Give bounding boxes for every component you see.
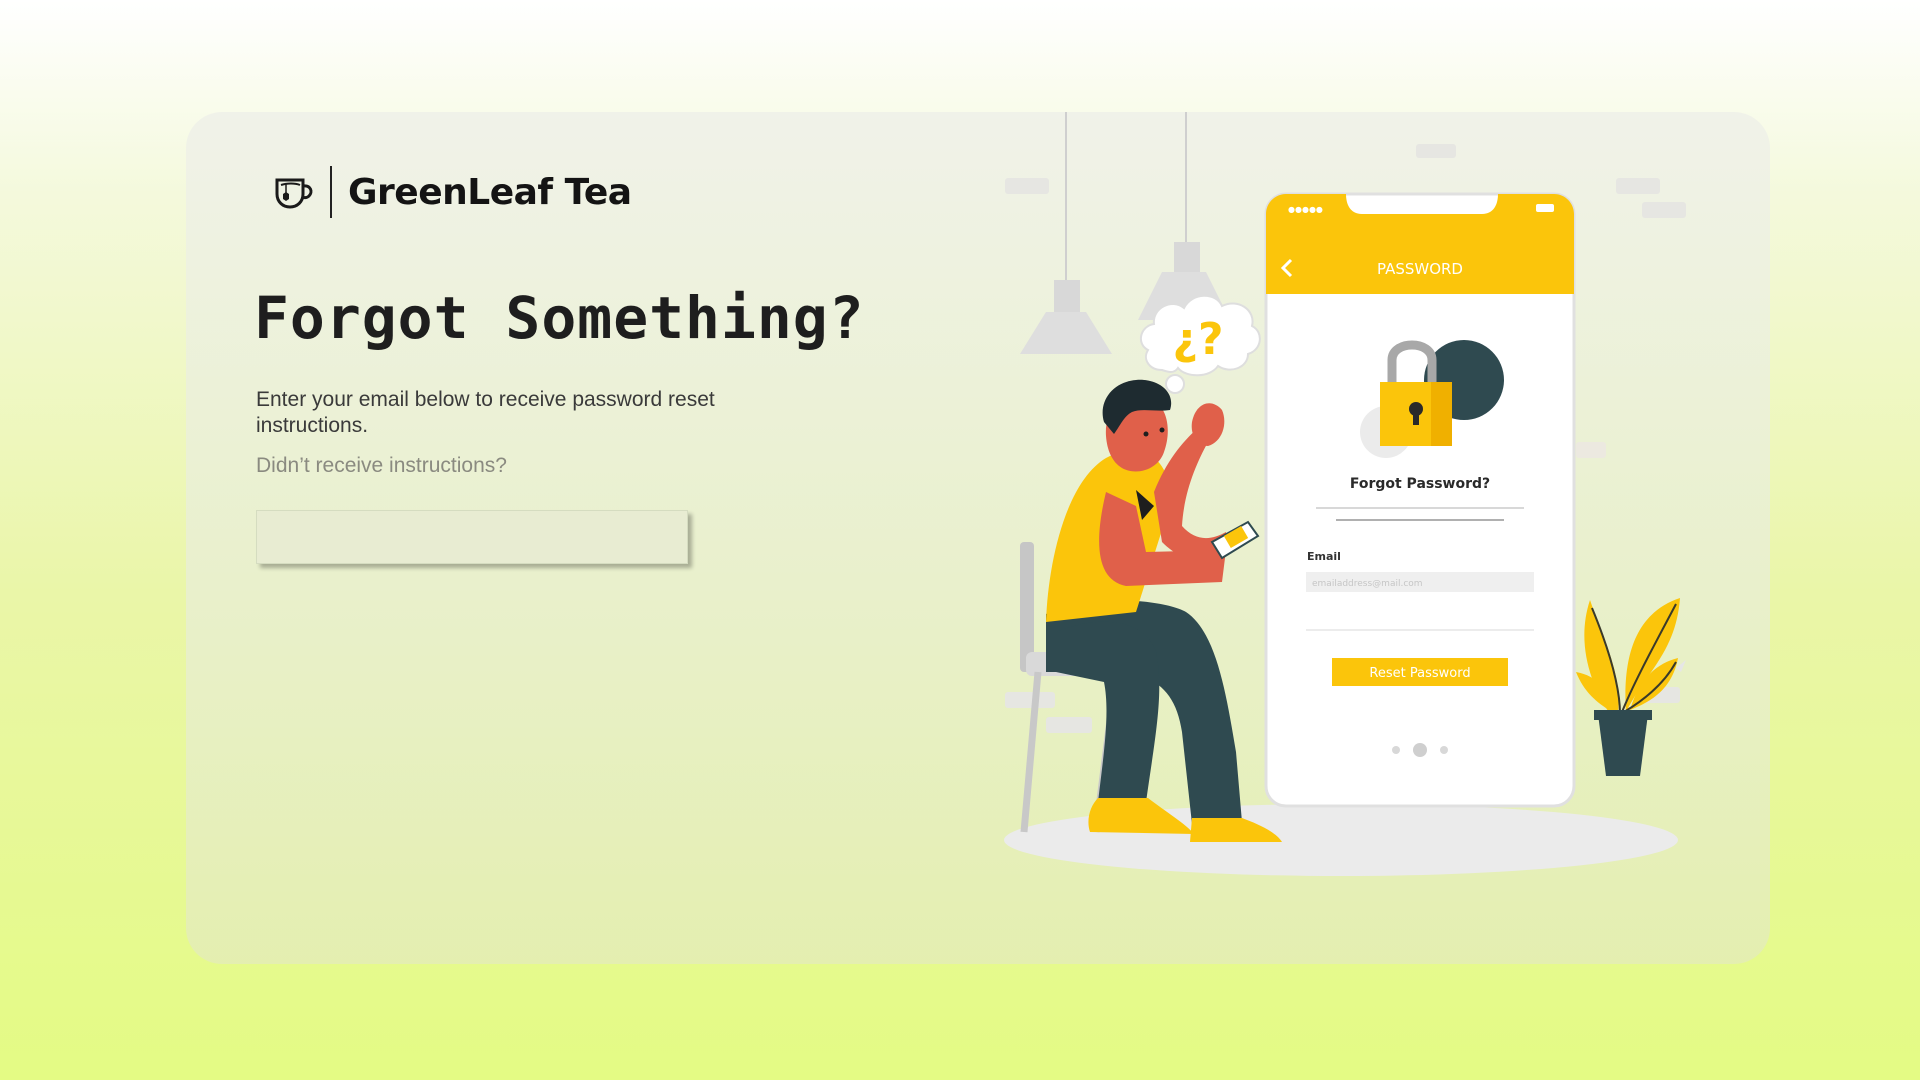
forgot-password-illustration: ●●●●● PASSWORD Forgot Password? Email em… <box>1004 112 1686 876</box>
phone-header-title: PASSWORD <box>1377 260 1463 278</box>
email-input[interactable] <box>256 510 688 564</box>
brand-divider <box>330 166 332 218</box>
phone-heading: Forgot Password? <box>1350 476 1490 492</box>
instructions-text: Enter your email below to receive passwo… <box>256 388 715 437</box>
thought-bubble-text: ¿? <box>1172 314 1223 365</box>
forgot-password-card: GreenLeaf Tea Forgot Something? Enter yo… <box>186 112 1770 964</box>
svg-text:●●●●●: ●●●●● <box>1288 205 1323 214</box>
phone-reset-button: Reset Password <box>1369 666 1470 681</box>
page-title: Forgot Something? <box>254 284 865 352</box>
resend-instructions-link[interactable]: Didn’t receive instructions? <box>256 454 507 478</box>
brand-header: GreenLeaf Tea <box>272 166 632 218</box>
teacup-icon <box>272 169 318 215</box>
phone-email-placeholder: emailaddress@mail.com <box>1312 579 1423 589</box>
phone-email-label: Email <box>1307 550 1341 563</box>
brand-name: GreenLeaf Tea <box>348 171 632 213</box>
